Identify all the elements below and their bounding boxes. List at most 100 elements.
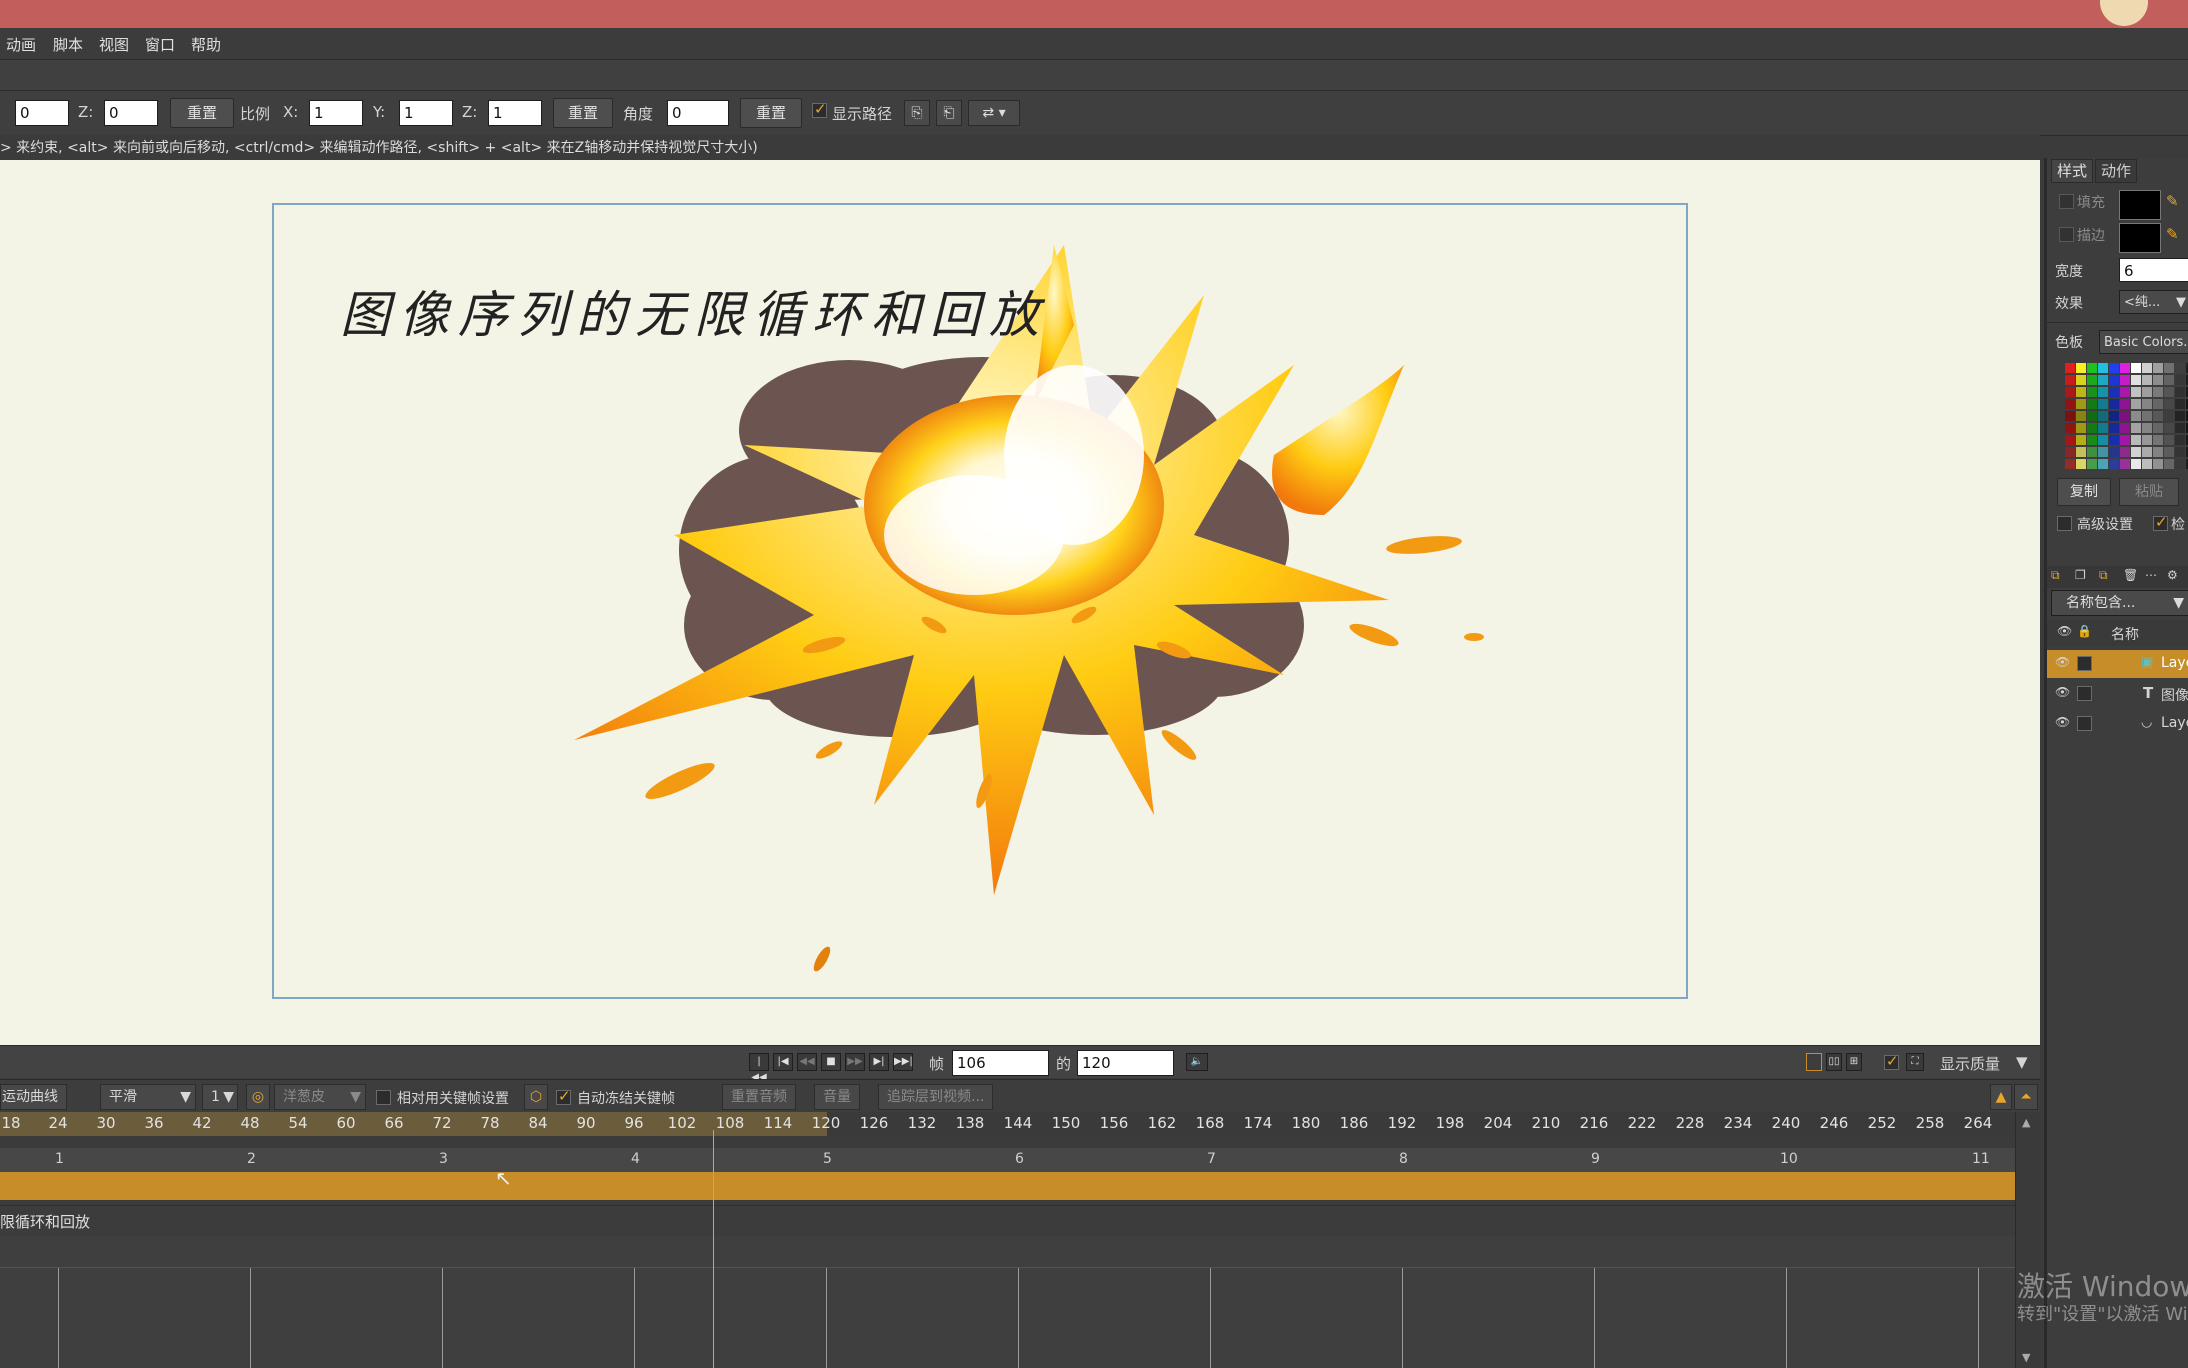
palette-swatch[interactable] (2087, 447, 2097, 457)
palette-swatch[interactable] (2109, 387, 2119, 397)
palette-swatch[interactable] (2109, 411, 2119, 421)
palette-swatch[interactable] (2164, 423, 2174, 433)
palette-dropdown[interactable]: Basic Colors. (2099, 330, 2188, 354)
palette-swatch[interactable] (2164, 363, 2174, 373)
palette-swatch[interactable] (2065, 447, 2075, 457)
palette-swatch[interactable] (2153, 435, 2163, 445)
dual-view-icon[interactable]: ▯▯ (1826, 1053, 1842, 1071)
menu-item-script[interactable]: 脚本 (53, 34, 83, 55)
angle-input[interactable]: 0 (667, 100, 729, 126)
palette-swatch[interactable] (2175, 375, 2185, 385)
lock-checkbox[interactable] (2077, 656, 2092, 671)
menu-item-animation[interactable]: 动画 (6, 34, 36, 55)
reset-audio-button[interactable]: 重置音频 (722, 1084, 796, 1110)
palette-swatch[interactable] (2076, 363, 2086, 373)
palette-swatch[interactable] (2065, 387, 2075, 397)
scroll-down-icon[interactable]: ▼ (2022, 1351, 2030, 1364)
palette-swatch[interactable] (2131, 447, 2141, 457)
stage-title-text[interactable]: 图像序列的无限循环和回放 (340, 275, 1048, 347)
palette-swatch[interactable] (2087, 387, 2097, 397)
stroke-color-swatch[interactable] (2119, 223, 2161, 253)
stroke-checkbox[interactable] (2059, 227, 2074, 242)
motion-curve-area[interactable] (0, 1236, 2015, 1368)
key-settings-icon[interactable]: ⬡ (524, 1084, 548, 1110)
quality-checkbox[interactable] (1884, 1052, 1899, 1070)
auto-freeze-checkbox[interactable] (556, 1087, 571, 1105)
scroll-up-icon[interactable]: ▲ (2022, 1116, 2030, 1129)
play-icon[interactable]: ▶▶ (845, 1053, 865, 1071)
palette-swatch[interactable] (2076, 399, 2086, 409)
go-to-start-icon[interactable]: |◀◀ (749, 1053, 769, 1083)
palette-swatch[interactable] (2120, 411, 2130, 421)
expand-icon[interactable]: ⏶ (2014, 1084, 2038, 1110)
current-frame-input[interactable]: 106 (952, 1050, 1049, 1076)
chevron-down-icon[interactable]: ▼ (2016, 1053, 2028, 1071)
palette-swatch[interactable] (2098, 375, 2108, 385)
tab-action[interactable]: 动作 (2095, 159, 2138, 183)
palette-swatch[interactable] (2142, 387, 2152, 397)
menu-item-view[interactable]: 视图 (99, 34, 129, 55)
palette-swatch[interactable] (2164, 387, 2174, 397)
check-checkbox[interactable] (2153, 513, 2168, 531)
palette-swatch[interactable] (2142, 447, 2152, 457)
palette-swatch[interactable] (2142, 363, 2152, 373)
palette-swatch[interactable] (2164, 459, 2174, 469)
duplicate-layer-icon[interactable]: ❐ (2075, 568, 2086, 582)
stroke-pencil-icon[interactable]: ✎ (2166, 225, 2179, 243)
palette-swatch[interactable] (2120, 447, 2130, 457)
speaker-icon[interactable]: 🔈 (1186, 1053, 1208, 1071)
tab-style[interactable]: 样式 (2051, 159, 2094, 183)
palette-swatch[interactable] (2076, 459, 2086, 469)
scale-x-input[interactable]: 1 (309, 100, 363, 126)
palette-swatch[interactable] (2098, 411, 2108, 421)
scale-z-input[interactable]: 1 (488, 100, 542, 126)
palette-swatch[interactable] (2131, 375, 2141, 385)
palette-swatch[interactable] (2087, 423, 2097, 433)
quad-view-icon[interactable]: ⊞ (1846, 1053, 1862, 1071)
palette-swatch[interactable] (2120, 459, 2130, 469)
palette-swatch[interactable] (2065, 375, 2075, 385)
palette-swatch[interactable] (2076, 411, 2086, 421)
fill-checkbox[interactable] (2059, 194, 2074, 209)
next-frame-icon[interactable]: ▶| (869, 1053, 889, 1071)
show-path-checkbox[interactable] (812, 100, 827, 118)
palette-swatch[interactable] (2109, 423, 2119, 433)
playhead[interactable] (713, 1130, 714, 1368)
palette-swatch[interactable] (2076, 435, 2086, 445)
relative-keys-checkbox[interactable] (376, 1090, 391, 1105)
palette-swatch[interactable] (2153, 399, 2163, 409)
palette-swatch[interactable] (2109, 363, 2119, 373)
palette-swatch[interactable] (2131, 399, 2141, 409)
stage-frame[interactable]: 图像序列的无限循环和回放 (272, 203, 1688, 999)
palette-swatch[interactable] (2087, 435, 2097, 445)
palette-swatch[interactable] (2109, 447, 2119, 457)
collapse-icon[interactable]: ▲ (1990, 1084, 2012, 1110)
palette-swatch[interactable] (2120, 423, 2130, 433)
palette-swatch[interactable] (2109, 375, 2119, 385)
palette-swatch[interactable] (2120, 363, 2130, 373)
menu-item-window[interactable]: 窗口 (145, 34, 175, 55)
palette-swatch[interactable] (2109, 399, 2119, 409)
palette-swatch[interactable] (2065, 459, 2075, 469)
single-view-icon[interactable] (1806, 1053, 1822, 1071)
layer-item[interactable]: 👁 ◡ Laye (2047, 710, 2188, 738)
palette-swatch[interactable] (2175, 447, 2185, 457)
eye-icon[interactable]: 👁 (2055, 655, 2070, 669)
palette-swatch[interactable] (2142, 423, 2152, 433)
palette-swatch[interactable] (2065, 363, 2075, 373)
palette-swatch[interactable] (2098, 435, 2108, 445)
eye-icon[interactable]: 👁 (2055, 685, 2070, 699)
palette-swatch[interactable] (2164, 447, 2174, 457)
palette-swatch[interactable] (2065, 435, 2075, 445)
palette-swatch[interactable] (2131, 459, 2141, 469)
palette-swatch[interactable] (2076, 375, 2086, 385)
palette-swatch[interactable] (2065, 423, 2075, 433)
copy-color-button[interactable]: 复制 (2057, 478, 2111, 506)
palette-swatch[interactable] (2098, 447, 2108, 457)
palette-swatch[interactable] (2076, 387, 2086, 397)
delete-layer-icon[interactable]: 🗑 (2123, 568, 2138, 582)
palette-swatch[interactable] (2153, 375, 2163, 385)
palette-swatch[interactable] (2120, 387, 2130, 397)
palette-swatch[interactable] (2153, 447, 2163, 457)
palette-swatch[interactable] (2120, 435, 2130, 445)
